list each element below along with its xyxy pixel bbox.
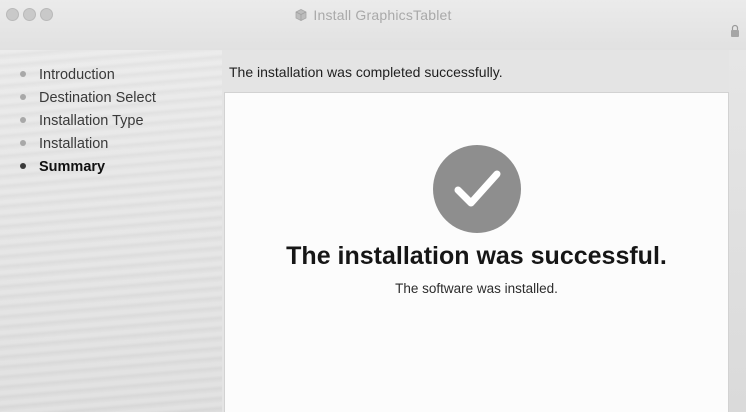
- step-label: Installation Type: [39, 113, 144, 129]
- lock-icon[interactable]: [730, 24, 740, 38]
- installer-package-icon: [295, 9, 307, 21]
- step-bullet-icon: [20, 117, 26, 123]
- window-title: Install GraphicsTablet: [313, 7, 452, 23]
- step-bullet-icon: [20, 71, 26, 77]
- installer-window: Install GraphicsTablet Introduction Dest…: [0, 0, 746, 412]
- window-edge: [729, 50, 746, 412]
- step-introduction: Introduction: [20, 64, 156, 87]
- content-panel: The installation was successful. The sof…: [224, 92, 729, 412]
- success-subtitle: The software was installed.: [395, 281, 558, 296]
- window-title-area: Install GraphicsTablet: [0, 7, 746, 23]
- step-label: Summary: [39, 159, 106, 175]
- step-label: Installation: [39, 136, 109, 152]
- page-heading: The installation was completed successfu…: [229, 64, 503, 80]
- step-label: Introduction: [39, 67, 115, 83]
- step-destination-select: Destination Select: [20, 87, 156, 110]
- installer-steps-list: Introduction Destination Select Installa…: [20, 64, 156, 179]
- title-bar[interactable]: Install GraphicsTablet: [0, 0, 746, 50]
- step-bullet-icon: [20, 140, 26, 146]
- success-title: The installation was successful.: [286, 242, 667, 270]
- step-installation: Installation: [20, 133, 156, 156]
- checkmark-circle-icon: [433, 145, 521, 233]
- step-bullet-icon: [20, 163, 26, 169]
- step-installation-type: Installation Type: [20, 110, 156, 133]
- step-bullet-icon: [20, 94, 26, 100]
- step-summary: Summary: [20, 156, 156, 179]
- step-label: Destination Select: [39, 90, 156, 106]
